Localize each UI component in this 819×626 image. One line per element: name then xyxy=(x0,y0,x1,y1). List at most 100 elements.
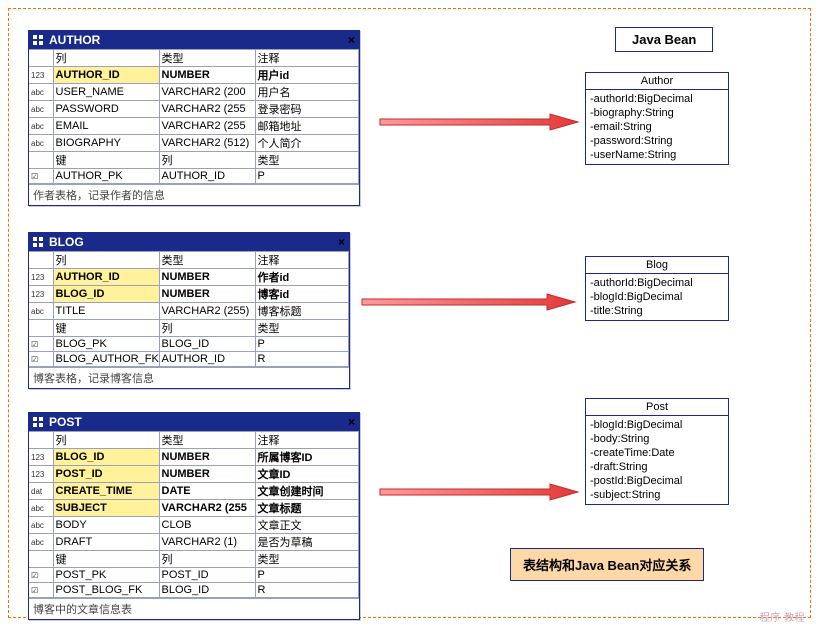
table-title: AUTHOR xyxy=(49,33,100,47)
key-type-cell: R xyxy=(255,352,349,367)
col-type-cell: VARCHAR2 (255 xyxy=(159,118,255,135)
bean-field: -blogId:BigDecimal xyxy=(590,290,724,304)
table-row: abcEMAILVARCHAR2 (255邮箱地址 xyxy=(29,118,359,135)
row-type-icon: abc xyxy=(29,534,53,551)
table-icon xyxy=(33,35,45,45)
col-comment-cell: 文章ID xyxy=(255,466,359,483)
col-name-cell: PASSWORD xyxy=(53,101,159,118)
col-name-cell: BLOG_ID xyxy=(53,449,159,466)
key-type-cell: P xyxy=(255,568,359,583)
arrow-icon xyxy=(380,112,580,132)
col-name-cell: BLOG_ID xyxy=(53,286,159,303)
col-name-cell: TITLE xyxy=(53,303,159,320)
col-comment-cell: 是否为草稿 xyxy=(255,534,359,551)
col-name-cell: USER_NAME xyxy=(53,84,159,101)
panel-title-post: POST × xyxy=(29,413,359,431)
col-comment-cell: 登录密码 xyxy=(255,101,359,118)
bean-box-post: Post -blogId:BigDecimal-body:String-crea… xyxy=(585,398,729,505)
key-icon: ☑ xyxy=(29,337,53,352)
close-icon[interactable]: × xyxy=(338,235,345,249)
col-name-cell: SUBJECT xyxy=(53,500,159,517)
col-comment-cell: 所属博客ID xyxy=(255,449,359,466)
table-row: abcBIOGRAPHYVARCHAR2 (512)个人简介 xyxy=(29,135,359,152)
java-bean-header: Java Bean xyxy=(615,27,713,52)
table-footer: 作者表格，记录作者的信息 xyxy=(29,184,359,205)
col-comment-cell: 用户名 xyxy=(255,84,359,101)
table-row: ☑POST_PKPOST_IDP xyxy=(29,568,359,583)
columns-grid-post: 列 类型 注释 123BLOG_IDNUMBER所属博客ID123POST_ID… xyxy=(29,431,359,598)
arrow-icon xyxy=(362,292,577,312)
col-comment-cell: 作者id xyxy=(255,269,349,286)
key-icon: ☑ xyxy=(29,169,53,184)
key-type-cell: P xyxy=(255,337,349,352)
table-panel-blog: BLOG × 列 类型 注释 123AUTHOR_IDNUMBER作者id123… xyxy=(28,232,350,389)
bean-field: -subject:String xyxy=(590,488,724,502)
col-type-cell: VARCHAR2 (512) xyxy=(159,135,255,152)
col-comment-cell: 博客id xyxy=(255,286,349,303)
col-comment-cell: 文章正文 xyxy=(255,517,359,534)
bean-box-blog: Blog -authorId:BigDecimal-blogId:BigDeci… xyxy=(585,256,729,321)
row-type-icon: abc xyxy=(29,500,53,517)
caption-box: 表结构和Java Bean对应关系 xyxy=(510,548,704,581)
table-row: abcTITLEVARCHAR2 (255)博客标题 xyxy=(29,303,349,320)
key-col-cell: BLOG_ID xyxy=(159,583,255,598)
row-type-icon: 123 xyxy=(29,466,53,483)
row-type-icon: abc xyxy=(29,118,53,135)
bean-field: -password:String xyxy=(590,134,724,148)
key-type-cell: R xyxy=(255,583,359,598)
bean-title: Blog xyxy=(586,257,728,274)
close-icon[interactable]: × xyxy=(348,33,355,47)
col-type-cell: CLOB xyxy=(159,517,255,534)
col-comment-cell: 邮箱地址 xyxy=(255,118,359,135)
close-icon[interactable]: × xyxy=(348,415,355,429)
comment-header: 注释 xyxy=(255,50,359,67)
bean-field: -authorId:BigDecimal xyxy=(590,92,724,106)
table-panel-author: AUTHOR × 列 类型 注释 123AUTHOR_IDNUMBER用户ida… xyxy=(28,30,360,206)
key-col-cell: POST_ID xyxy=(159,568,255,583)
col-name-cell: AUTHOR_ID xyxy=(53,269,159,286)
table-icon xyxy=(33,417,45,427)
table-row: 123AUTHOR_IDNUMBER用户id xyxy=(29,67,359,84)
key-col-cell: AUTHOR_ID xyxy=(159,352,255,367)
col-comment-cell: 个人简介 xyxy=(255,135,359,152)
col-name-cell: AUTHOR_ID xyxy=(53,67,159,84)
key-type-cell: P xyxy=(255,169,359,184)
table-footer: 博客中的文章信息表 xyxy=(29,598,359,619)
row-type-icon: 123 xyxy=(29,286,53,303)
bean-field: -email:String xyxy=(590,120,724,134)
col-type-cell: NUMBER xyxy=(159,269,255,286)
watermark: 程序 教程 xyxy=(760,609,805,624)
col-type-cell: VARCHAR2 (255 xyxy=(159,500,255,517)
bean-field: -draft:String xyxy=(590,460,724,474)
key-icon: ☑ xyxy=(29,583,53,598)
col-type-cell: VARCHAR2 (200 xyxy=(159,84,255,101)
row-type-icon: dat xyxy=(29,483,53,500)
table-panel-post: POST × 列 类型 注释 123BLOG_IDNUMBER所属博客ID123… xyxy=(28,412,360,620)
col-comment-cell: 文章创建时间 xyxy=(255,483,359,500)
table-title: POST xyxy=(49,415,82,429)
col-comment-cell: 博客标题 xyxy=(255,303,349,320)
bean-field: -authorId:BigDecimal xyxy=(590,276,724,290)
bean-title: Post xyxy=(586,399,728,416)
row-type-icon: 123 xyxy=(29,449,53,466)
bean-title: Author xyxy=(586,73,728,90)
table-row: abcBODYCLOB文章正文 xyxy=(29,517,359,534)
col-type-cell: NUMBER xyxy=(159,286,255,303)
columns-grid-blog: 列 类型 注释 123AUTHOR_IDNUMBER作者id123BLOG_ID… xyxy=(29,251,349,367)
col-name-cell: BIOGRAPHY xyxy=(53,135,159,152)
bean-field: -body:String xyxy=(590,432,724,446)
columns-grid-author: 列 类型 注释 123AUTHOR_IDNUMBER用户idabcUSER_NA… xyxy=(29,49,359,184)
key-name-cell: AUTHOR_PK xyxy=(53,169,159,184)
key-col-cell: AUTHOR_ID xyxy=(159,169,255,184)
table-row: ☑BLOG_AUTHOR_FKAUTHOR_IDR xyxy=(29,352,349,367)
col-header: 列 xyxy=(159,152,255,169)
key-name-cell: BLOG_AUTHOR_FK xyxy=(53,352,159,367)
col-name-cell: DRAFT xyxy=(53,534,159,551)
col-type-cell: NUMBER xyxy=(159,449,255,466)
row-type-icon: abc xyxy=(29,101,53,118)
col-comment-cell: 文章标题 xyxy=(255,500,359,517)
bean-field: -postId:BigDecimal xyxy=(590,474,724,488)
key-name-cell: BLOG_PK xyxy=(53,337,159,352)
table-row: ☑POST_BLOG_FKBLOG_IDR xyxy=(29,583,359,598)
row-type-icon: abc xyxy=(29,517,53,534)
